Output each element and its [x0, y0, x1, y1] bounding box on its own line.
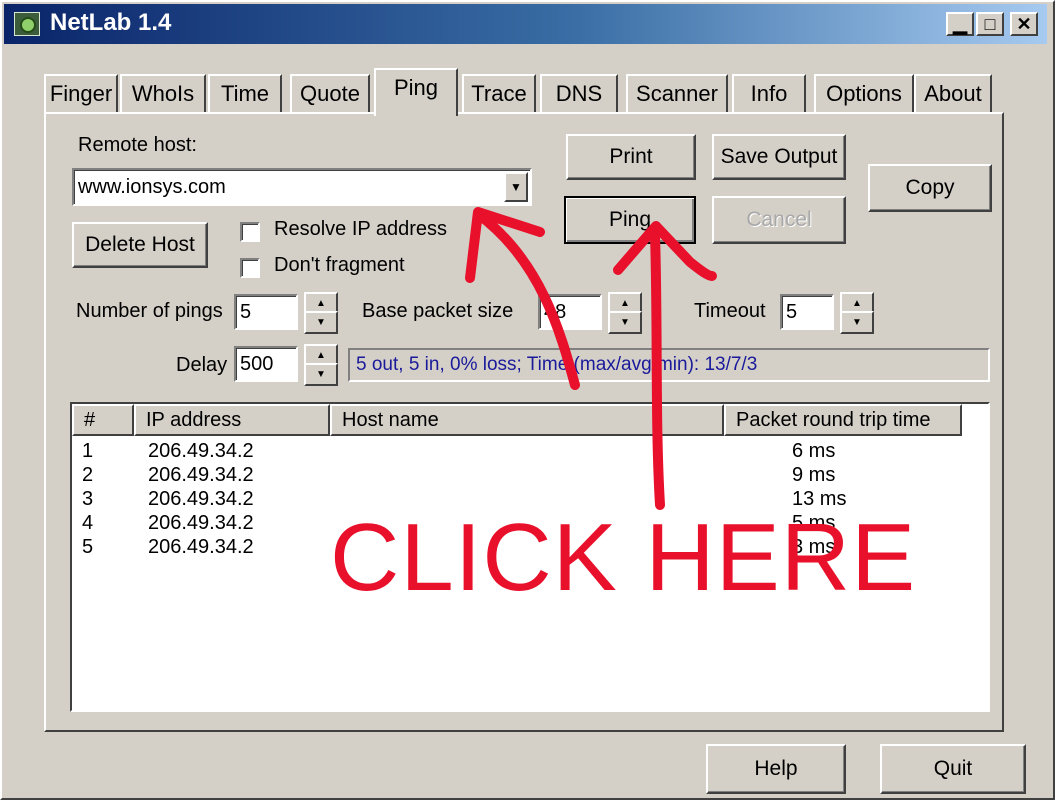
row-number: 4 [82, 512, 94, 534]
tab-trace[interactable]: Trace [462, 74, 536, 114]
table-row[interactable]: 2 206.49.34.2 9 ms [72, 464, 988, 488]
delay-input[interactable]: 500 [234, 346, 298, 382]
tab-dns[interactable]: DNS [540, 74, 618, 114]
click-here-annotation: CLICK HERE [330, 504, 917, 611]
spin-down-icon[interactable]: ▼ [304, 311, 338, 334]
title-bar[interactable]: NetLab 1.4 ▁ □ ✕ [4, 4, 1047, 44]
column-header-number[interactable]: # [72, 404, 134, 436]
minimize-button[interactable]: ▁ [946, 12, 974, 36]
timeout-spinner[interactable]: ▲ ▼ [840, 292, 874, 334]
column-header-host[interactable]: Host name [330, 404, 724, 436]
dont-fragment-checkbox[interactable] [240, 258, 260, 278]
remote-host-combobox[interactable]: www.ionsys.com ▼ [72, 168, 532, 206]
row-ip: 206.49.34.2 [148, 536, 254, 558]
row-ip: 206.49.34.2 [148, 440, 254, 462]
delay-spinner[interactable]: ▲ ▼ [304, 344, 338, 386]
tab-quote[interactable]: Quote [290, 74, 370, 114]
num-pings-label: Number of pings [76, 300, 223, 322]
spin-down-icon[interactable]: ▼ [304, 363, 338, 386]
timeout-input[interactable]: 5 [780, 294, 834, 330]
tab-about[interactable]: About [914, 74, 992, 114]
timeout-label: Timeout [694, 300, 766, 322]
row-ip: 206.49.34.2 [148, 512, 254, 534]
base-packet-label: Base packet size [362, 300, 514, 322]
base-packet-input[interactable]: 48 [538, 294, 602, 330]
remote-host-label: Remote host: [78, 134, 197, 156]
window-title: NetLab 1.4 [50, 9, 172, 36]
row-number: 2 [82, 464, 94, 486]
num-pings-spinner[interactable]: ▲ ▼ [304, 292, 338, 334]
copy-button[interactable]: Copy [868, 164, 992, 212]
row-number: 5 [82, 536, 94, 558]
num-pings-value: 5 [240, 300, 252, 323]
save-output-button[interactable]: Save Output [712, 134, 846, 180]
table-row[interactable]: 1 206.49.34.2 6 ms [72, 440, 988, 464]
tab-finger[interactable]: Finger [44, 74, 118, 114]
spin-down-icon[interactable]: ▼ [840, 311, 874, 334]
row-number: 1 [82, 440, 94, 462]
tab-scanner[interactable]: Scanner [626, 74, 728, 114]
delete-host-button[interactable]: Delete Host [72, 222, 208, 268]
resolve-ip-checkbox[interactable] [240, 222, 260, 242]
tab-whois[interactable]: WhoIs [120, 74, 206, 114]
row-rtt: 6 ms [792, 440, 836, 462]
base-packet-value: 48 [544, 300, 567, 323]
base-packet-spinner[interactable]: ▲ ▼ [608, 292, 642, 334]
spin-down-icon[interactable]: ▼ [608, 311, 642, 334]
remote-host-value: www.ionsys.com [78, 175, 226, 198]
app-icon [14, 12, 40, 36]
row-number: 3 [82, 488, 94, 510]
status-bar: 5 out, 5 in, 0% loss; Time (max/avg/min)… [348, 348, 990, 382]
resolve-ip-label: Resolve IP address [274, 218, 448, 240]
tab-info[interactable]: Info [732, 74, 806, 114]
row-ip: 206.49.34.2 [148, 488, 254, 510]
tab-options[interactable]: Options [814, 74, 914, 114]
tab-time[interactable]: Time [208, 74, 282, 114]
tab-ping[interactable]: Ping [374, 68, 458, 116]
row-ip: 206.49.34.2 [148, 464, 254, 486]
print-button[interactable]: Print [566, 134, 696, 180]
quit-button[interactable]: Quit [880, 744, 1026, 794]
help-button[interactable]: Help [706, 744, 846, 794]
row-rtt: 9 ms [792, 464, 836, 486]
maximize-button[interactable]: □ [976, 12, 1004, 36]
cancel-button[interactable]: Cancel [712, 196, 846, 244]
delay-label: Delay [176, 354, 228, 376]
column-header-rtt[interactable]: Packet round trip time [724, 404, 962, 436]
ping-button[interactable]: Ping [564, 196, 696, 244]
close-button[interactable]: ✕ [1010, 12, 1038, 36]
timeout-value: 5 [786, 300, 798, 323]
column-header-ip[interactable]: IP address [134, 404, 330, 436]
chevron-down-icon[interactable]: ▼ [504, 172, 528, 202]
dont-fragment-label: Don't fragment [274, 254, 405, 276]
delay-value: 500 [240, 352, 274, 375]
num-pings-input[interactable]: 5 [234, 294, 298, 330]
